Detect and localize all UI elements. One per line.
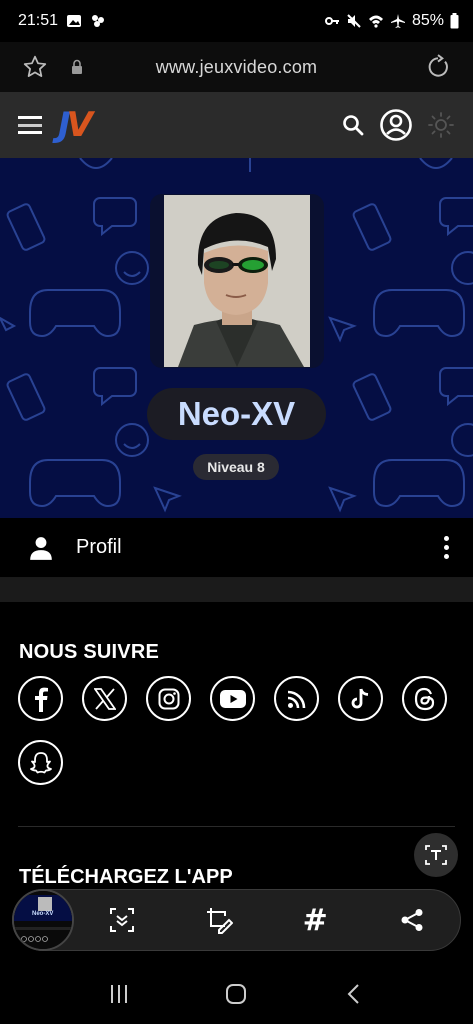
system-nav-bar	[0, 964, 473, 1024]
site-header: JV	[0, 92, 473, 158]
url-text[interactable]: www.jeuxvideo.com	[0, 57, 473, 78]
account-icon[interactable]	[379, 108, 413, 142]
share-icon	[401, 909, 423, 931]
crop-edit-icon	[206, 908, 233, 934]
text-scan-icon	[425, 845, 447, 865]
facebook-icon[interactable]	[18, 676, 63, 721]
menu-icon[interactable]	[18, 116, 42, 134]
download-app-title: TÉLÉCHARGEZ L'APP	[19, 866, 233, 888]
scan-text-button[interactable]	[414, 833, 458, 877]
wifi-icon	[368, 15, 383, 28]
avatar	[164, 195, 310, 367]
scroll-capture-icon	[110, 908, 135, 932]
profile-tab-row[interactable]: Profil	[0, 518, 473, 578]
airplane-icon	[390, 14, 405, 28]
level-badge: Niveau 8	[193, 454, 279, 480]
theme-sun-icon[interactable]	[427, 111, 455, 139]
home-icon[interactable]	[225, 983, 247, 1005]
gallery-icon	[67, 15, 82, 27]
battery-text: 85%	[411, 12, 444, 29]
site-logo[interactable]: JV	[58, 105, 93, 145]
follow-title: NOUS SUIVRE	[19, 641, 160, 663]
tiktok-icon[interactable]	[338, 676, 383, 721]
status-time: 21:51	[18, 12, 59, 29]
recent-apps-icon[interactable]	[108, 983, 130, 1005]
share-button[interactable]	[364, 889, 461, 951]
profile-tab-label: Profil	[76, 536, 122, 558]
key-icon	[324, 17, 339, 25]
threads-icon[interactable]	[402, 676, 447, 721]
battery-icon	[450, 13, 459, 29]
mute-icon	[347, 14, 361, 28]
screenshot-thumbnail[interactable]: Neo-XV	[12, 889, 74, 951]
search-icon[interactable]	[341, 113, 365, 137]
edit-button[interactable]	[171, 889, 268, 951]
hashtag-icon: #	[302, 902, 328, 938]
thumbnail-username: Neo-XV	[32, 911, 54, 917]
more-options-icon[interactable]	[444, 536, 449, 559]
status-bar: 21:51 85%	[0, 0, 473, 42]
screenshot-toolbar: Neo-XV #	[12, 889, 461, 951]
instagram-icon[interactable]	[146, 676, 191, 721]
section-separator	[18, 826, 455, 827]
x-icon[interactable]	[82, 676, 127, 721]
tag-button[interactable]: #	[267, 889, 364, 951]
social-links	[18, 676, 458, 785]
section-divider	[0, 578, 473, 602]
rss-icon[interactable]	[274, 676, 319, 721]
profile-banner: Neo-XV Niveau 8	[0, 158, 473, 518]
browser-url-bar: www.jeuxvideo.com	[0, 42, 473, 92]
puzzle-icon	[92, 15, 105, 27]
youtube-icon[interactable]	[210, 676, 255, 721]
username: Neo-XV	[147, 388, 326, 440]
back-icon[interactable]	[343, 983, 365, 1005]
person-icon	[30, 536, 52, 560]
avatar-frame[interactable]	[150, 194, 324, 368]
snapchat-icon[interactable]	[18, 740, 63, 785]
smart-select-button[interactable]	[74, 889, 171, 951]
